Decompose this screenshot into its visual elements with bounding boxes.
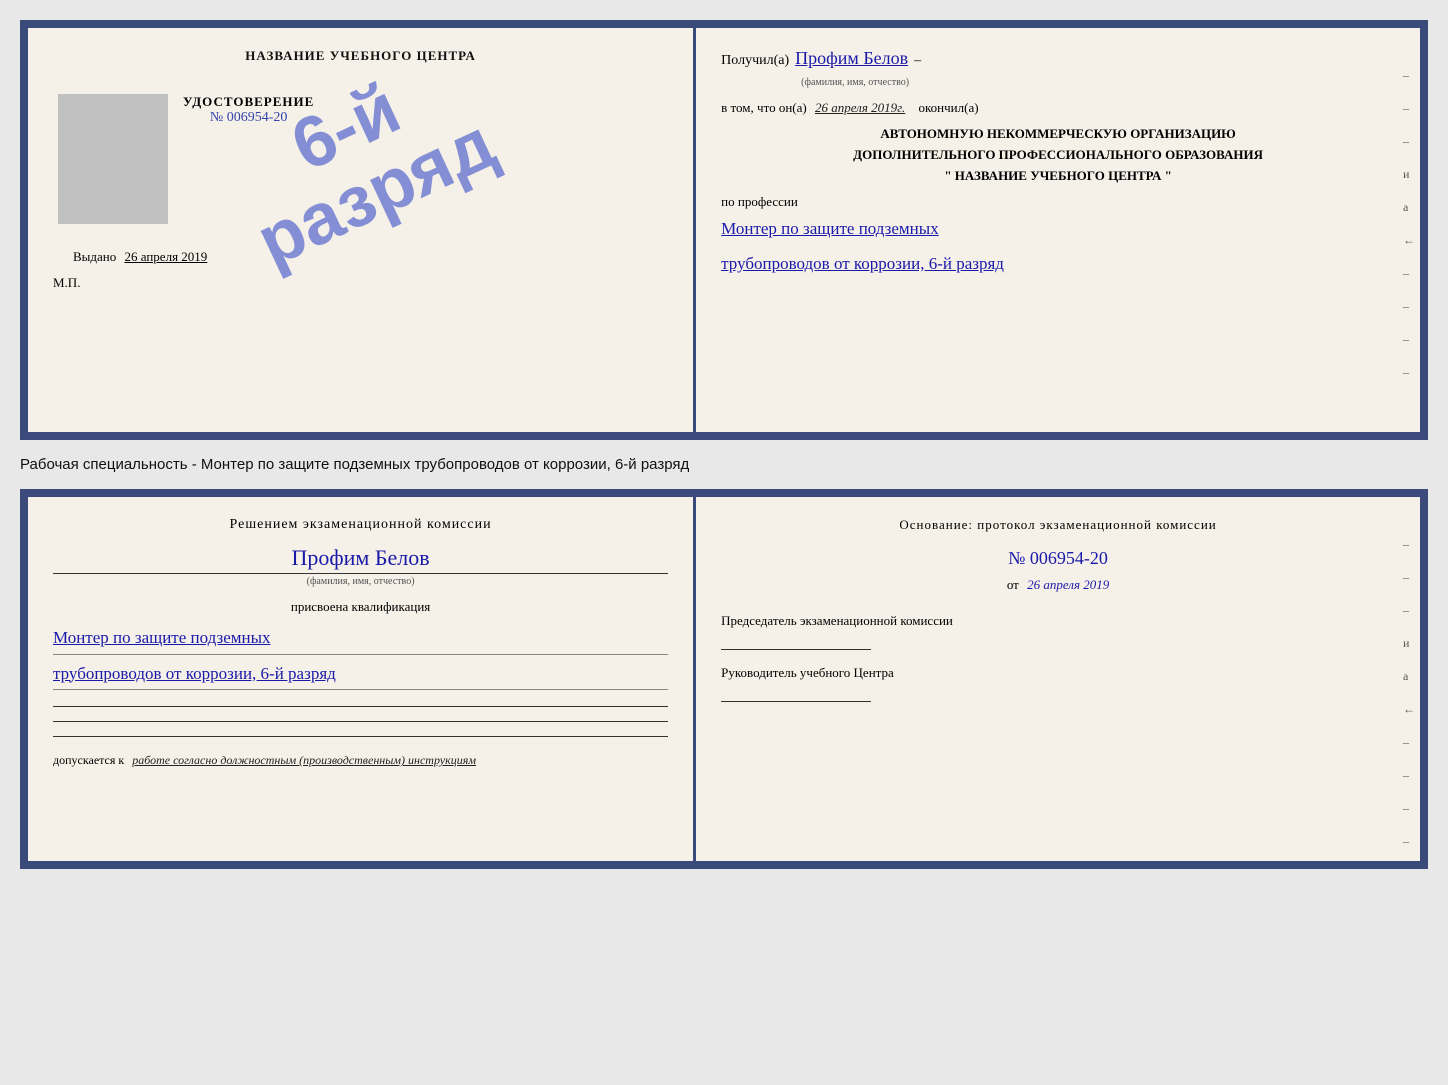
- solid-line-1: [53, 706, 668, 707]
- top-doc-left-panel: НАЗВАНИЕ УЧЕБНОГО ЦЕНТРА 6-й разряд УДОС…: [28, 28, 696, 432]
- issued-line: Выдано 26 апреля 2019: [73, 249, 207, 265]
- cert-title: УДОСТОВЕРЕНИЕ: [183, 94, 314, 110]
- completed-label: окончил(а): [919, 100, 979, 115]
- bottom-doc-right-panel: Основание: протокол экзаменационной коми…: [696, 497, 1420, 861]
- org-line3: " НАЗВАНИЕ УЧЕБНОГО ЦЕНТРА ": [721, 166, 1395, 187]
- qual-line2: трубопроводов от коррозии, 6-й разряд: [53, 659, 668, 691]
- assigned-qual-label: присвоена квалификация: [53, 599, 668, 615]
- bottom-doc-left-panel: Решением экзаменационной комиссии Профим…: [28, 497, 696, 861]
- from-date-line: от 26 апреля 2019: [721, 577, 1395, 593]
- admission-prefix: допускается к: [53, 753, 124, 767]
- cert-number: № 006954-20: [183, 110, 314, 126]
- right-side-decorations-bottom: – – – и а ← – – – –: [1403, 537, 1415, 849]
- head-block: Руководитель учебного Центра: [721, 665, 1395, 702]
- admission-text: допускается к работе согласно должностны…: [53, 753, 668, 768]
- decision-title: Решением экзаменационной комиссии: [53, 517, 668, 533]
- head-title: Руководитель учебного Центра: [721, 665, 894, 680]
- bottom-document: Решением экзаменационной комиссии Профим…: [20, 489, 1428, 869]
- in-that-line: в том, что он(а) 26 апреля 2019г. окончи…: [721, 100, 1395, 116]
- org-block: АВТОНОМНУЮ НЕКОММЕРЧЕСКУЮ ОРГАНИЗАЦИЮ ДО…: [721, 124, 1395, 186]
- chairman-signature-line: [721, 649, 871, 650]
- completed-date: 26 апреля 2019г.: [815, 100, 905, 115]
- issued-label: Выдано: [73, 249, 116, 264]
- page-wrapper: НАЗВАНИЕ УЧЕБНОГО ЦЕНТРА 6-й разряд УДОС…: [20, 20, 1428, 869]
- basis-title: Основание: протокол экзаменационной коми…: [721, 517, 1395, 533]
- mp-line: М.П.: [53, 275, 80, 291]
- qual-line1: Монтер по защите подземных: [53, 623, 668, 655]
- top-document: НАЗВАНИЕ УЧЕБНОГО ЦЕНТРА 6-й разряд УДОС…: [20, 20, 1428, 440]
- received-name: Профим Белов: [795, 48, 908, 69]
- issued-date: 26 апреля 2019: [125, 249, 208, 264]
- head-signature-line: [721, 701, 871, 702]
- right-side-decorations: – – – и а ← – – – –: [1403, 68, 1415, 380]
- profession-line: по профессии Монтер по защите подземных …: [721, 194, 1395, 279]
- dash-after-name: –: [914, 53, 921, 69]
- cert-title-block: УДОСТОВЕРЕНИЕ № 006954-20: [183, 94, 314, 126]
- received-label: Получил(а): [721, 53, 789, 69]
- mp-label: М.П.: [53, 275, 80, 290]
- chairman-block: Председатель экзаменационной комиссии: [721, 613, 1395, 650]
- admission-italic: работе согласно должностным (производств…: [132, 753, 476, 767]
- photo-placeholder: [58, 94, 168, 224]
- from-date-val: 26 апреля 2019: [1027, 577, 1109, 592]
- specialty-label: Рабочая специальность - Монтер по защите…: [20, 452, 1428, 477]
- bottom-person-name-label: (фамилия, имя, отчество): [53, 576, 668, 587]
- profession-line1: Монтер по защите подземных: [721, 214, 1395, 245]
- in-that-label: в том, что он(а): [721, 100, 807, 115]
- org-line2: ДОПОЛНИТЕЛЬНОГО ПРОФЕССИОНАЛЬНОГО ОБРАЗО…: [721, 145, 1395, 166]
- top-doc-right-panel: Получил(а) Профим Белов – (фамилия, имя,…: [696, 28, 1420, 432]
- profession-label: по профессии: [721, 194, 798, 209]
- protocol-number: № 006954-20: [721, 548, 1395, 569]
- institution-name-top: НАЗВАНИЕ УЧЕБНОГО ЦЕНТРА: [245, 48, 476, 64]
- bottom-person-name: Профим Белов: [53, 545, 668, 574]
- from-label: от: [1007, 577, 1019, 592]
- profession-line2: трубопроводов от коррозии, 6-й разряд: [721, 249, 1395, 280]
- org-line1: АВТОНОМНУЮ НЕКОММЕРЧЕСКУЮ ОРГАНИЗАЦИЮ: [721, 124, 1395, 145]
- solid-line-2: [53, 721, 668, 722]
- chairman-title: Председатель экзаменационной комиссии: [721, 613, 953, 628]
- solid-line-3: [53, 736, 668, 737]
- bottom-lines-group: [53, 702, 668, 741]
- received-name-label: (фамилия, имя, отчество): [801, 77, 1395, 88]
